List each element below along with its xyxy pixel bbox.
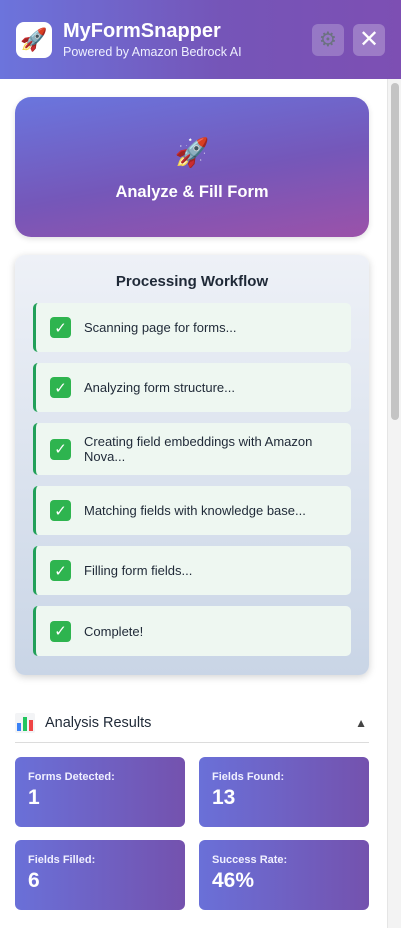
workflow-step-label: Creating field embeddings with Amazon No… xyxy=(84,434,313,464)
checkmark-icon: ✓ xyxy=(50,620,71,642)
triangle-up-icon[interactable]: ▲ xyxy=(355,716,367,730)
rocket-logo-icon: 🚀 xyxy=(16,21,52,58)
stat-card-success-rate: Success Rate: 46% xyxy=(199,840,369,910)
stat-label: Fields Filled: xyxy=(28,854,96,866)
checkmark-icon: ✓ xyxy=(50,377,71,398)
popup-content: 🚀 Analyze & Fill Form Processing Workflo… xyxy=(0,79,401,928)
workflow-step: ✓ Complete! xyxy=(33,606,351,656)
workflow-step-label: Analyzing form structure... xyxy=(84,380,235,395)
scrollbar[interactable] xyxy=(387,79,401,928)
stat-card-fields-filled: Fields Filled: 6 xyxy=(15,840,185,910)
checkmark-icon: ✓ xyxy=(50,438,71,460)
app-title: MyFormSnapper xyxy=(63,20,221,42)
analyze-fill-button[interactable]: 🚀 Analyze & Fill Form xyxy=(15,97,369,237)
processing-workflow-panel: Processing Workflow ✓ Scanning page for … xyxy=(15,255,369,675)
bar-chart-icon xyxy=(15,712,35,733)
analysis-results-toggle[interactable]: Analysis Results ▲ xyxy=(15,703,369,743)
workflow-step-label: Complete! xyxy=(84,623,144,639)
close-icon: ✕ xyxy=(358,25,380,53)
workflow-title: Processing Workflow xyxy=(115,273,269,290)
stat-value: 46% xyxy=(212,869,255,892)
scrollbar-thumb[interactable] xyxy=(391,83,399,420)
stat-card-forms-detected: Forms Detected: 1 xyxy=(15,757,185,827)
workflow-step: ✓ Creating field embeddings with Amazon … xyxy=(33,423,351,475)
analysis-results-title: Analysis Results xyxy=(45,714,152,731)
workflow-step-label: Scanning page for forms... xyxy=(84,320,237,335)
stat-value: 6 xyxy=(28,869,40,892)
app-header: 🚀 MyFormSnapper Powered by Amazon Bedroc… xyxy=(0,0,401,79)
app-subtitle: Powered by Amazon Bedrock AI xyxy=(63,45,242,59)
checkmark-icon: ✓ xyxy=(50,317,71,338)
stat-label: Fields Found: xyxy=(212,771,285,783)
stat-label: Forms Detected: xyxy=(28,771,115,783)
checkmark-icon: ✓ xyxy=(50,560,71,581)
gear-icon: ⚙ xyxy=(319,28,337,51)
workflow-step: ✓ Matching fields with knowledge base... xyxy=(33,486,351,535)
workflow-step-label: Matching fields with knowledge base... xyxy=(84,503,306,518)
stat-value: 1 xyxy=(28,786,40,809)
close-button[interactable]: ✕ xyxy=(353,23,385,56)
stat-label: Success Rate: xyxy=(212,854,288,866)
workflow-step-label: Filling form fields... xyxy=(84,563,193,578)
stat-value: 13 xyxy=(212,786,236,809)
settings-button[interactable]: ⚙ xyxy=(312,23,344,56)
workflow-step: ✓ Scanning page for forms... xyxy=(33,303,351,352)
workflow-step: ✓ Filling form fields... xyxy=(33,546,351,595)
checkmark-icon: ✓ xyxy=(50,500,71,521)
stat-card-fields-found: Fields Found: 13 xyxy=(199,757,369,827)
rocket-icon: 🚀 xyxy=(174,137,210,168)
workflow-step: ✓ Analyzing form structure... xyxy=(33,363,351,412)
header-titles: MyFormSnapper Powered by Amazon Bedrock … xyxy=(63,19,303,60)
analyze-button-label: Analyze & Fill Form xyxy=(115,183,269,201)
